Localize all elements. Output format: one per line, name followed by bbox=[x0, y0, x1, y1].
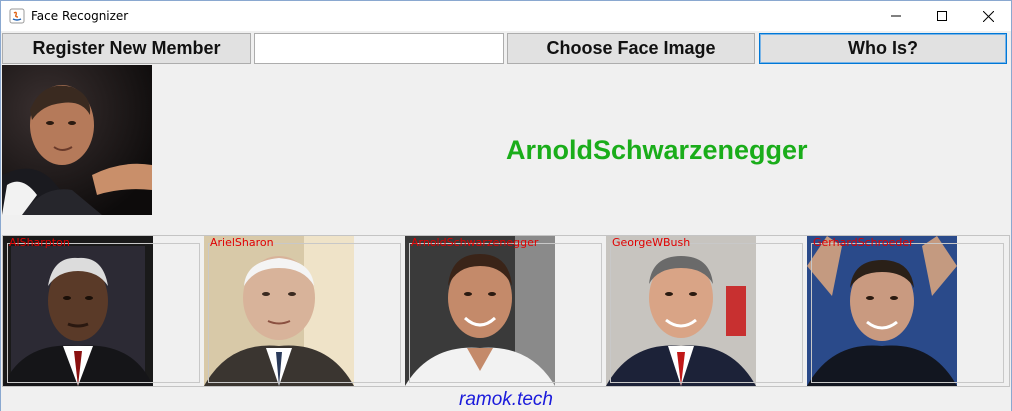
title-bar[interactable]: Face Recognizer bbox=[1, 1, 1011, 31]
member-photo bbox=[807, 236, 957, 386]
app-window: Face Recognizer Register New Member Choo… bbox=[0, 0, 1012, 411]
member-name-input[interactable] bbox=[254, 33, 504, 64]
member-label: AlSharpton bbox=[9, 236, 70, 249]
member-card[interactable]: GeorgeWBush bbox=[606, 236, 806, 386]
choose-face-image-button[interactable]: Choose Face Image bbox=[507, 33, 755, 64]
member-photo bbox=[405, 236, 555, 386]
footer-credit: ramok.tech bbox=[459, 389, 553, 410]
member-photo bbox=[204, 236, 354, 386]
who-is-button[interactable]: Who Is? bbox=[759, 33, 1007, 64]
close-button[interactable] bbox=[965, 1, 1011, 31]
minimize-button[interactable] bbox=[873, 1, 919, 31]
window-title: Face Recognizer bbox=[31, 9, 129, 23]
close-icon bbox=[982, 10, 994, 22]
main-content: Register New Member Choose Face Image Wh… bbox=[1, 31, 1011, 411]
member-label: GeorgeWBush bbox=[612, 236, 691, 249]
selected-face-image bbox=[2, 65, 152, 215]
member-label: ArnoldSchwarzenegger bbox=[411, 236, 539, 249]
java-app-icon bbox=[9, 8, 25, 24]
member-card[interactable]: ArnoldSchwarzenegger bbox=[405, 236, 605, 386]
register-new-member-button[interactable]: Register New Member bbox=[2, 33, 251, 64]
maximize-button[interactable] bbox=[919, 1, 965, 31]
member-photo bbox=[3, 236, 153, 386]
member-gallery: AlSharpton ArielSharon ArnoldSchwarzeneg… bbox=[2, 235, 1010, 387]
member-card[interactable]: GerhardSchroeder bbox=[807, 236, 1007, 386]
member-photo bbox=[606, 236, 756, 386]
recognized-name: ArnoldSchwarzenegger bbox=[506, 135, 808, 165]
maximize-icon bbox=[937, 11, 947, 21]
member-label: GerhardSchroeder bbox=[813, 236, 914, 249]
member-card[interactable]: ArielSharon bbox=[204, 236, 404, 386]
minimize-icon bbox=[891, 15, 901, 17]
member-label: ArielSharon bbox=[210, 236, 274, 249]
member-card[interactable]: AlSharpton bbox=[3, 236, 203, 386]
